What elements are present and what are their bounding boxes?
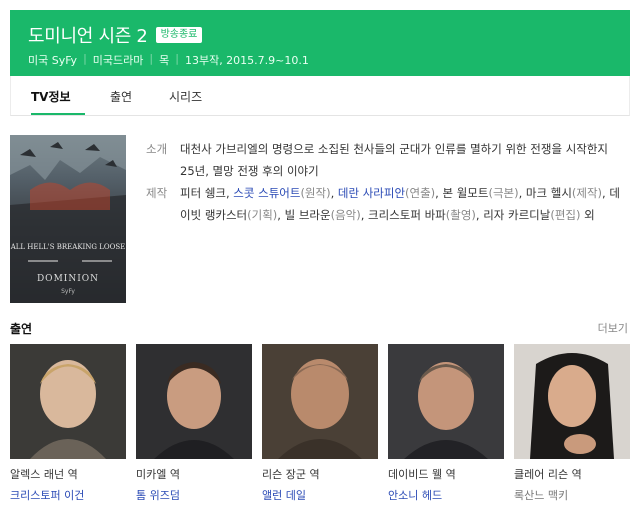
credits-suffix: 외 [584, 208, 595, 222]
credit-role: (편집) [550, 208, 581, 222]
credit-role: (기획) [247, 208, 278, 222]
cast-photo[interactable] [262, 344, 378, 459]
tab-bar: TV정보 출연 시리즈 [10, 76, 630, 116]
cast-role: 알렉스 래넌 역 [10, 468, 78, 481]
tab-series[interactable]: 시리즈 [169, 88, 202, 105]
cast-role: 리슨 장군 역 [262, 468, 320, 481]
meta-divider: | [83, 52, 87, 65]
credit-name: 크리스토퍼 바파 [368, 208, 446, 222]
meta-episodes: 13부작, 2015.7.9~10.1 [184, 54, 309, 67]
show-header: 도미니언 시즌 2 방송종료 미국 SyFy | 미국드라마 | 목 | 13부… [10, 10, 630, 76]
cast-card[interactable]: 데이비드 웰 역 안소니 헤드 [388, 344, 504, 503]
meta-genre: 미국드라마 [92, 54, 144, 67]
cast-card[interactable]: 리슨 장군 역 앨런 데일 [262, 344, 378, 503]
credit-name: 본 윌모트 [442, 186, 489, 200]
tab-cast[interactable]: 출연 [110, 88, 132, 105]
cast-card[interactable]: 미카엘 역 톰 위즈덤 [136, 344, 252, 503]
credits-label: 제작 [146, 186, 168, 200]
more-link[interactable]: 더보기 [598, 320, 628, 336]
show-title[interactable]: 도미니언 시즌 2 [28, 22, 148, 48]
credit-role: (극본) [488, 186, 519, 200]
cast-actor-link[interactable]: 크리스토퍼 이건 [10, 487, 126, 503]
meta-divider: | [149, 52, 154, 65]
cast-role: 클레어 리슨 역 [514, 468, 582, 481]
poster-image[interactable]: ALL HELL'S BREAKING LOOSE DOMINION SyFy [10, 135, 126, 303]
meta-network: 미국 SyFy [28, 54, 78, 67]
credit-role: (촬영) [445, 208, 476, 222]
synopsis-row: 소개 대천사 가브리엘의 명령으로 소집된 천사들의 군대가 인류를 멸하기 위… [146, 138, 626, 182]
cast-actor-link[interactable]: 안소니 헤드 [388, 487, 504, 503]
show-info: 소개 대천사 가브리엘의 명령으로 소집된 천사들의 군대가 인류를 멸하기 위… [146, 138, 626, 226]
cast-photo-art [136, 344, 252, 459]
credit-name[interactable]: 데란 사라피안 [338, 186, 405, 200]
cast-actor-name: 록산느 맥키 [514, 489, 569, 502]
cast-card[interactable]: 클레어 리슨 역 록산느 맥키 [514, 344, 630, 503]
meta-day: 목 [159, 54, 170, 67]
cast-photo-art [10, 344, 126, 459]
cast-photo[interactable] [514, 344, 630, 459]
cast-actor-link[interactable]: 톰 위즈덤 [136, 487, 252, 503]
credit-role: (원작) [300, 186, 331, 200]
cast-header: 출연 더보기 [10, 320, 630, 338]
cast-card[interactable]: 알렉스 래넌 역 크리스토퍼 이건 [10, 344, 126, 503]
cast-photo-art [262, 344, 378, 459]
tab-tv-info[interactable]: TV정보 [31, 88, 71, 105]
active-tab-indicator [31, 113, 85, 115]
poster-network: SyFy [61, 288, 75, 295]
credit-role: (연출) [405, 186, 436, 200]
credit-role: (음악) [330, 208, 361, 222]
cast-section-title: 출연 [10, 322, 33, 336]
cast-photo-art [514, 344, 630, 459]
poster-tagline: ALL HELL'S BREAKING LOOSE [10, 243, 126, 251]
poster-logo: DOMINION [36, 274, 100, 284]
cast-photo[interactable] [388, 344, 504, 459]
credit-name: 피터 쉥크 [180, 186, 226, 200]
cast-photo[interactable] [136, 344, 252, 459]
cast-actor-link[interactable]: 앨런 데일 [262, 487, 378, 503]
synopsis-text: 대천사 가브리엘의 명령으로 소집된 천사들의 군대가 인류를 멸하기 위한 전… [180, 142, 609, 178]
credit-name[interactable]: 스콧 스튜어트 [233, 186, 300, 200]
cast-photo[interactable] [10, 344, 126, 459]
credit-name: 빌 브라운 [284, 208, 331, 222]
credits-row: 제작 피터 쉥크, 스콧 스튜어트(원작), 데란 사라피안(연출), 본 윌모… [146, 182, 626, 226]
synopsis-label: 소개 [146, 142, 168, 156]
meta-divider: | [175, 52, 179, 65]
cast-photo-art [388, 344, 504, 459]
credit-name: 마크 헬시 [525, 186, 572, 200]
credits-text: 피터 쉥크, 스콧 스튜어트(원작), 데란 사라피안(연출), 본 윌모트(극… [180, 186, 620, 222]
show-meta: 미국 SyFy | 미국드라마 | 목 | 13부작, 2015.7.9~10.… [28, 52, 309, 68]
cast-role: 데이비드 웰 역 [388, 468, 456, 481]
credit-role: (제작) [571, 186, 603, 200]
cast-role: 미카엘 역 [136, 468, 180, 481]
credit-name: 리자 카르디날 [483, 208, 551, 222]
status-badge: 방송종료 [155, 27, 203, 43]
